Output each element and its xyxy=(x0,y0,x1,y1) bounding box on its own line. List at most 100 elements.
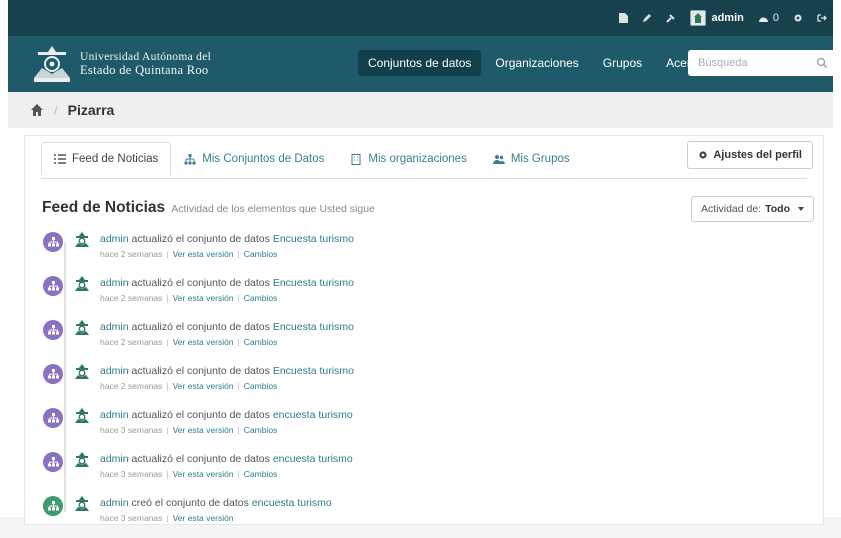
dataset-link[interactable]: encuesta turismo xyxy=(252,497,332,509)
dataset-link[interactable]: Encuesta turismo xyxy=(273,365,354,377)
dataset-link[interactable]: encuesta turismo xyxy=(273,409,353,421)
page-subtitle: Actividad de los elementos que Usted sig… xyxy=(171,203,375,215)
activity-timestamp: hace 2 semanas xyxy=(100,249,163,259)
list-icon xyxy=(54,153,66,165)
meta-separator: | xyxy=(237,249,240,259)
actor-avatar[interactable] xyxy=(73,451,91,469)
activity-meta: hace 2 semanas | Ver esta versión | Cambios xyxy=(100,381,277,391)
university-name[interactable]: Universidad Autónoma del Estado de Quint… xyxy=(80,51,211,77)
main-nav: Conjuntos de datos Organizaciones Grupos… xyxy=(358,50,730,76)
changes-link[interactable]: Cambios xyxy=(244,381,278,391)
dataset-link[interactable]: Encuesta turismo xyxy=(273,233,354,245)
tab-my-organizations[interactable]: Mis organizaciones xyxy=(337,142,479,175)
dashboard-link[interactable]: 0 xyxy=(758,12,779,24)
gear-icon[interactable] xyxy=(793,13,803,23)
masthead: Universidad Autónoma del Estado de Quint… xyxy=(8,36,836,92)
activity-filter-dropdown[interactable]: Actividad de: Todo xyxy=(690,196,814,222)
view-version-link[interactable]: Ver esta versión xyxy=(173,513,234,523)
nav-datasets[interactable]: Conjuntos de datos xyxy=(358,50,482,76)
tab-my-datasets[interactable]: Mis Conjuntos de Datos xyxy=(171,142,337,175)
activity-type-icon xyxy=(43,496,63,516)
activity-meta: hace 3 semanas | Ver esta versión | Cambios xyxy=(100,425,277,435)
activity-timestamp: hace 2 semanas xyxy=(100,337,163,347)
feed-heading: Feed de Noticias Actividad de los elemen… xyxy=(42,199,375,217)
activity-meta: hace 2 semanas | Ver esta versión | Cambios xyxy=(100,337,277,347)
changes-link[interactable]: Cambios xyxy=(244,337,278,347)
actor-avatar[interactable] xyxy=(73,363,91,381)
dashboard-icon xyxy=(758,17,768,22)
activity-action: actualizó el conjunto de datos xyxy=(131,277,270,289)
changes-link[interactable]: Cambios xyxy=(244,249,278,259)
changes-link[interactable]: Cambios xyxy=(244,425,278,435)
meta-separator: | xyxy=(166,293,169,303)
activity-type-icon xyxy=(43,320,63,340)
meta-separator: | xyxy=(166,249,169,259)
actor-link[interactable]: admin xyxy=(100,409,129,421)
meta-separator: | xyxy=(237,381,240,391)
nav-organizations[interactable]: Organizaciones xyxy=(485,50,588,76)
activity-action: actualizó el conjunto de datos xyxy=(131,233,270,245)
list-item: admin actualizó el conjunto de datos enc… xyxy=(36,406,796,450)
view-version-link[interactable]: Ver esta versión xyxy=(173,381,234,391)
activity-timestamp: hace 3 semanas xyxy=(100,425,163,435)
sign-out-icon[interactable] xyxy=(817,13,827,23)
view-version-link[interactable]: Ver esta versión xyxy=(173,249,234,259)
activity-timestamp: hace 2 semanas xyxy=(100,381,163,391)
activity-text: admin creó el conjunto de datos encuesta… xyxy=(100,497,332,509)
tab-label: Feed de Noticias xyxy=(72,153,159,165)
gear-icon xyxy=(699,151,707,159)
actor-link[interactable]: admin xyxy=(100,497,129,509)
meta-separator: | xyxy=(237,337,240,347)
gavel-icon[interactable] xyxy=(666,13,676,23)
profile-settings-button[interactable]: Ajustes del perfil xyxy=(687,141,813,169)
dataset-link[interactable]: Encuesta turismo xyxy=(273,321,354,333)
page-title: Feed de Noticias xyxy=(42,199,166,216)
account-bar: admin 0 xyxy=(8,0,833,36)
meta-separator: | xyxy=(237,425,240,435)
meta-separator: | xyxy=(237,293,240,303)
actor-link[interactable]: admin xyxy=(100,277,129,289)
breadcrumb: / Pizarra xyxy=(8,92,833,128)
activity-meta: hace 2 semanas | Ver esta versión | Cambios xyxy=(100,293,277,303)
tab-my-groups[interactable]: Mis Grupos xyxy=(480,142,583,175)
meta-separator: | xyxy=(166,381,169,391)
dataset-link[interactable]: Encuesta turismo xyxy=(273,277,354,289)
tab-label: Mis organizaciones xyxy=(368,153,467,165)
actor-avatar[interactable] xyxy=(73,231,91,249)
actor-link[interactable]: admin xyxy=(100,453,129,465)
building-icon xyxy=(350,153,362,165)
university-name-line2: Estado de Quintana Roo xyxy=(80,63,209,77)
tab-news-feed[interactable]: Feed de Noticias xyxy=(41,142,172,175)
changes-link[interactable]: Cambios xyxy=(244,293,278,303)
actor-avatar[interactable] xyxy=(73,319,91,337)
actor-avatar[interactable] xyxy=(73,495,91,513)
actor-link[interactable]: admin xyxy=(100,321,129,333)
home-icon[interactable] xyxy=(30,103,44,117)
dataset-link[interactable]: encuesta turismo xyxy=(273,453,353,465)
list-item: admin actualizó el conjunto de datos Enc… xyxy=(36,230,796,274)
meta-separator: | xyxy=(237,469,240,479)
view-version-link[interactable]: Ver esta versión xyxy=(173,469,234,479)
activity-timestamp: hace 2 semanas xyxy=(100,293,163,303)
search-icon[interactable] xyxy=(816,57,828,69)
view-version-link[interactable]: Ver esta versión xyxy=(173,293,234,303)
list-item: admin actualizó el conjunto de datos Enc… xyxy=(36,274,796,318)
search-input[interactable] xyxy=(696,56,810,70)
university-logo[interactable] xyxy=(30,44,74,86)
view-version-link[interactable]: Ver esta versión xyxy=(173,337,234,347)
file-icon[interactable] xyxy=(618,13,628,23)
actor-link[interactable]: admin xyxy=(100,365,129,377)
breadcrumb-current[interactable]: Pizarra xyxy=(68,102,115,118)
actor-avatar[interactable] xyxy=(73,275,91,293)
pencil-icon[interactable] xyxy=(642,13,652,23)
username: admin xyxy=(711,12,744,24)
changes-link[interactable]: Cambios xyxy=(244,469,278,479)
tabs-divider xyxy=(41,178,807,179)
nav-groups[interactable]: Grupos xyxy=(593,50,652,76)
view-version-link[interactable]: Ver esta versión xyxy=(173,425,234,435)
actor-link[interactable]: admin xyxy=(100,233,129,245)
actor-avatar[interactable] xyxy=(73,407,91,425)
activity-action: actualizó el conjunto de datos xyxy=(131,409,270,421)
user-menu[interactable]: admin xyxy=(690,10,744,26)
activity-text: admin actualizó el conjunto de datos Enc… xyxy=(100,277,354,289)
